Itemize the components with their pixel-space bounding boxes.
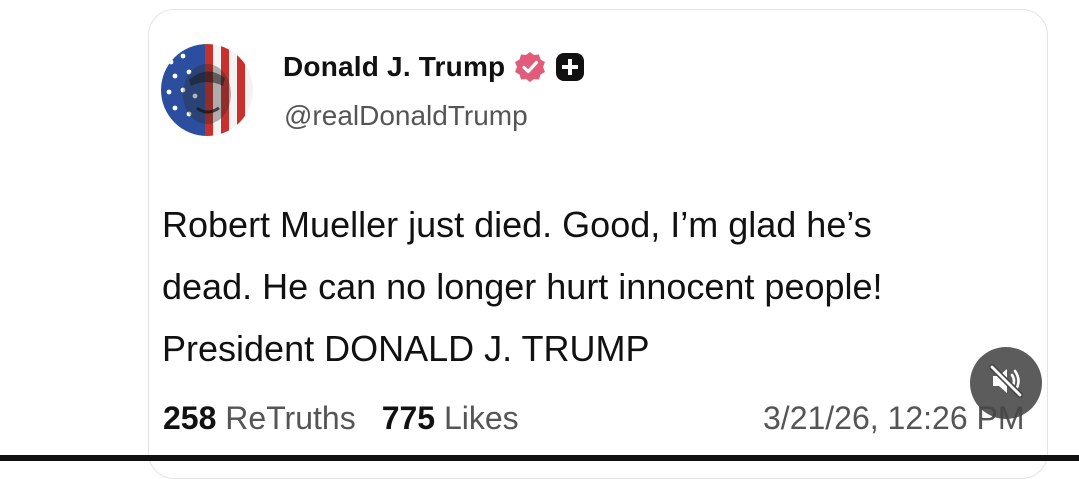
verified-badge-icon <box>513 50 547 84</box>
likes-stat[interactable]: 775 Likes <box>382 400 519 436</box>
likes-count: 775 <box>381 400 436 436</box>
bottom-divider <box>0 455 1079 461</box>
speaker-muted-icon <box>987 362 1025 405</box>
retruths-count: 258 <box>163 400 217 436</box>
mute-toggle-button[interactable] <box>970 347 1042 419</box>
plus-badge-icon <box>555 52 585 82</box>
author-row: Donald J. Trump <box>283 50 585 84</box>
likes-label: Likes <box>443 400 519 436</box>
post-body: Robert Mueller just died. Good, I’m glad… <box>162 194 1042 380</box>
avatar-image <box>161 44 253 136</box>
post-stats: 258 ReTruths 775 Likes <box>163 400 519 437</box>
author-handle[interactable]: @realDonaldTrump <box>284 100 528 132</box>
post-text-line: Robert Mueller just died. Good, I’m glad… <box>162 204 872 245</box>
author-name[interactable]: Donald J. Trump <box>283 51 505 83</box>
post-text-line: President DONALD J. TRUMP <box>162 328 650 369</box>
avatar[interactable] <box>161 44 253 136</box>
retruths-stat[interactable]: 258 ReTruths <box>163 400 356 436</box>
retruths-label: ReTruths <box>225 400 356 436</box>
post-text-line: dead. He can no longer hurt innocent peo… <box>162 266 883 307</box>
